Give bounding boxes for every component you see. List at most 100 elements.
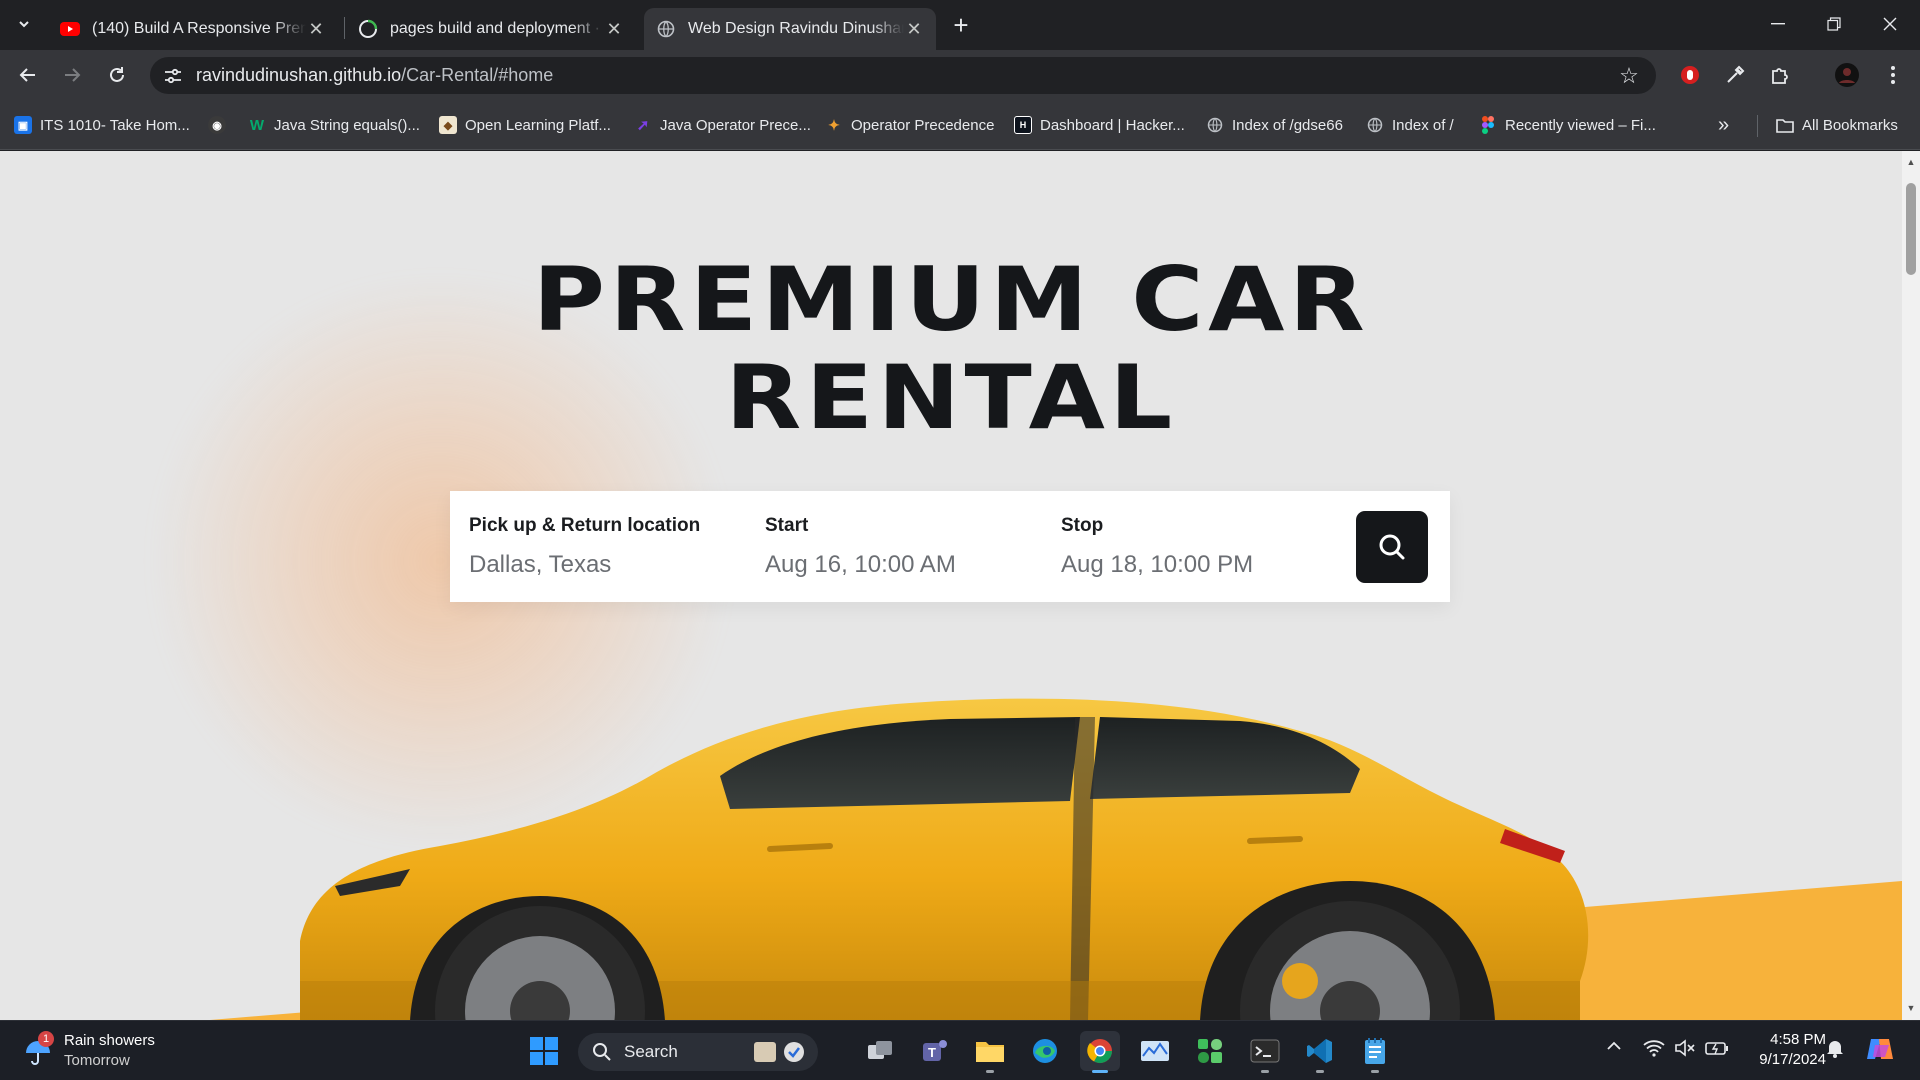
bookmark-label: Index of /gdse66 (1232, 116, 1343, 134)
show-hidden-icons-button[interactable] (1606, 1039, 1622, 1057)
tab-web-design[interactable]: Web Design Ravindu Dinushan ✕ (644, 8, 936, 50)
bookmark-item[interactable]: ▣ ITS 1010- Take Hom... (14, 113, 190, 137)
notifications-button[interactable] (1826, 1038, 1844, 1063)
taskbar-search[interactable]: Search (578, 1033, 818, 1071)
vscode-extension-app[interactable] (1190, 1031, 1230, 1071)
search-button[interactable] (1356, 511, 1428, 583)
browser-toolbar: ravindudinushan.github.io/Car-Rental/#ho… (0, 50, 1920, 100)
scroll-down-arrow-icon[interactable]: ▼ (1906, 1003, 1916, 1013)
start-date-input[interactable]: Aug 16, 10:00 AM (765, 551, 956, 579)
url-text: ravindudinushan.github.io/Car-Rental/#ho… (196, 65, 553, 86)
bookmark-item[interactable]: ✦ Operator Precedence (825, 113, 994, 137)
tab-title: (140) Build A Responsive Premium Car Ren… (92, 20, 306, 37)
task-view-button[interactable] (860, 1031, 900, 1071)
folder-icon (1776, 116, 1794, 134)
windows-logo-icon (530, 1037, 558, 1065)
back-button[interactable] (11, 58, 45, 92)
close-icon[interactable]: ✕ (604, 19, 624, 39)
minimize-icon (1771, 23, 1785, 25)
hero-title-line1: PREMIUM CAR (532, 248, 1370, 351)
all-bookmarks-button[interactable]: All Bookmarks (1776, 113, 1898, 137)
search-highlight-icon (752, 1040, 808, 1069)
wifi-button[interactable] (1643, 1039, 1665, 1062)
bookmark-label: Dashboard | Hacker... (1040, 116, 1185, 134)
tab-youtube[interactable]: (140) Build A Responsive Premium Car Ren… (48, 8, 338, 50)
github-icon: ◉ (208, 116, 226, 134)
sprout-icon (1198, 1039, 1222, 1063)
stop-date-input[interactable]: Aug 18, 10:00 PM (1061, 551, 1253, 579)
monitor-chart-icon (1141, 1041, 1169, 1061)
tab-github[interactable]: pages build and deployment · ravindudinu… (346, 8, 636, 50)
battery-button[interactable] (1705, 1039, 1729, 1062)
profile-avatar[interactable] (1830, 58, 1864, 92)
bookmark-star-icon[interactable]: ☆ (1614, 61, 1644, 91)
address-bar[interactable]: ravindudinushan.github.io/Car-Rental/#ho… (150, 57, 1656, 94)
file-explorer-app[interactable] (970, 1031, 1010, 1073)
close-window-button[interactable] (1862, 0, 1918, 48)
new-tab-button[interactable]: + (946, 10, 976, 40)
chevron-double-right-icon: » (1718, 113, 1730, 136)
bookmark-item[interactable]: Index of /gdse66 (1206, 113, 1343, 137)
youtube-icon (60, 19, 80, 39)
puzzle-icon (1772, 68, 1788, 84)
system-clock[interactable]: 4:58 PM 9/17/2024 (1740, 1030, 1826, 1070)
bookmark-item[interactable]: Index of / (1366, 113, 1454, 137)
notepad-app[interactable] (1355, 1031, 1395, 1073)
battery-charging-icon (1705, 1042, 1728, 1055)
bookmark-item[interactable]: H Dashboard | Hacker... (1014, 113, 1185, 137)
bookmark-item[interactable]: Recently viewed – Fi... (1479, 113, 1656, 137)
chrome-app[interactable] (1080, 1031, 1120, 1073)
url-path: /Car-Rental/#home (401, 65, 554, 85)
chevron-up-icon (1607, 1041, 1621, 1050)
bookmark-item[interactable]: W Java String equals()... (248, 113, 420, 137)
performance-monitor-app[interactable] (1135, 1031, 1175, 1071)
bookmark-item[interactable]: ➚ Java Operator Prece... (634, 113, 811, 137)
hero-title-line2: RENTAL (725, 346, 1177, 449)
reload-button[interactable] (100, 58, 134, 92)
edge-app[interactable] (1025, 1031, 1065, 1071)
tab-title: pages build and deployment · ravindudinu… (390, 20, 604, 37)
scroll-up-arrow-icon[interactable]: ▲ (1906, 157, 1916, 167)
teams-app[interactable]: T (915, 1031, 955, 1071)
browser-menu-button[interactable] (1876, 58, 1910, 92)
close-icon[interactable]: ✕ (904, 19, 924, 39)
chrome-icon (1087, 1039, 1112, 1064)
minimize-button[interactable] (1750, 0, 1806, 48)
tab-search-button[interactable] (9, 9, 39, 39)
extension-colorpicker-button[interactable] (1718, 58, 1752, 92)
extension-adblock-button[interactable] (1673, 58, 1707, 92)
github-icon (358, 19, 378, 39)
copilot-button[interactable] (1865, 1035, 1895, 1068)
bookmarks-overflow-button[interactable]: » (1718, 113, 1729, 137)
arrow-right-icon (65, 68, 81, 82)
volume-button[interactable] (1674, 1039, 1696, 1062)
weather-title: Rain showers (64, 1032, 155, 1049)
extensions-button[interactable] (1763, 58, 1797, 92)
hackerrank-icon: H (1014, 116, 1032, 134)
start-button[interactable] (524, 1031, 564, 1071)
bookmark-item[interactable]: ◆ Open Learning Platf... (439, 113, 611, 137)
page-scrollbar[interactable]: ▲ ▼ (1902, 151, 1920, 1020)
site-info-icon[interactable] (158, 61, 188, 91)
close-icon[interactable]: ✕ (306, 19, 326, 39)
bookmark-label: Operator Precedence (851, 116, 995, 134)
stop-field[interactable]: Stop Aug 18, 10:00 PM (1061, 515, 1253, 579)
bookmark-item[interactable]: ◉ (208, 113, 234, 137)
teams-icon: T (923, 1040, 947, 1061)
vscode-app[interactable] (1300, 1031, 1340, 1073)
classroom-icon: ▣ (14, 116, 32, 134)
tab-title: Web Design Ravindu Dinushan (688, 20, 904, 37)
hero-title: PREMIUM CAR RENTAL (0, 251, 1902, 447)
weather-widget[interactable]: 1 Rain showers Tomorrow (22, 1031, 155, 1071)
location-field[interactable]: Pick up & Return location Dallas, Texas (469, 515, 700, 579)
start-field[interactable]: Start Aug 16, 10:00 AM (765, 515, 956, 579)
location-input[interactable]: Dallas, Texas (469, 551, 700, 579)
bookmark-label: Recently viewed – Fi... (1505, 116, 1656, 134)
terminal-app[interactable] (1245, 1031, 1285, 1073)
w3schools-icon: W (249, 116, 265, 134)
forward-button[interactable] (55, 58, 89, 92)
scrollbar-thumb[interactable] (1906, 183, 1916, 275)
restore-button[interactable] (1806, 0, 1862, 48)
vscode-icon (1307, 1039, 1332, 1063)
running-indicator (986, 1070, 994, 1073)
